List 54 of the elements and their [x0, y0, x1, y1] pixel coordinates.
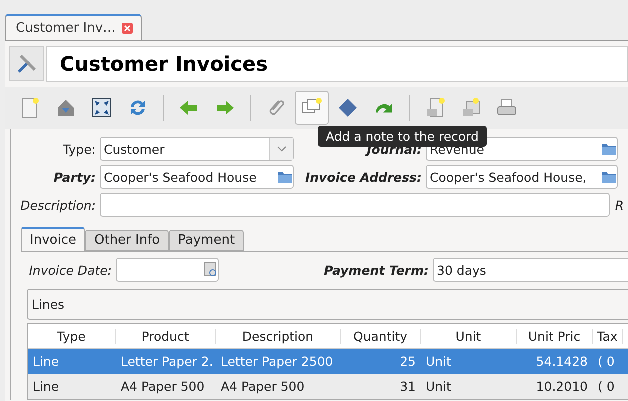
- payment-term-field[interactable]: 30 days: [433, 258, 628, 282]
- form-tab[interactable]: Other Info: [85, 230, 170, 251]
- description-label: Description:: [20, 198, 96, 212]
- table-cell-text: ( 0: [597, 354, 616, 369]
- form-tab[interactable]: Invoice: [21, 227, 86, 251]
- table-cell-text: Letter Paper 2.: [120, 354, 214, 369]
- folder-icon[interactable]: [277, 170, 293, 184]
- table-cell-text: A4 Paper 500: [220, 379, 306, 394]
- folder-icon[interactable]: [601, 142, 617, 156]
- chevron-down-icon: [276, 146, 286, 152]
- invoice-address-field[interactable]: Cooper's Seafood House,: [426, 165, 618, 189]
- column-header[interactable]: Unit Pric: [517, 328, 593, 344]
- invoice-address-label: Invoice Address:: [304, 170, 422, 184]
- table-cell-text: Line: [32, 379, 60, 394]
- column-header[interactable]: Description: [216, 328, 341, 344]
- type-label: Type:: [62, 142, 96, 156]
- calendar-icon: [204, 262, 218, 278]
- column-header[interactable]: Product: [116, 328, 216, 344]
- invoice-date-label: Invoice Date:: [28, 262, 112, 278]
- form-title: Customer Invoices: [60, 52, 268, 76]
- table-cell-text: Unit: [425, 379, 452, 394]
- table-cell-text: ( 0: [597, 379, 616, 394]
- table-row[interactable]: Line Letter Paper 2. Letter Paper 2500 25 Unit 54.1428 ( 0: [28, 349, 628, 374]
- column-header[interactable]: Type: [28, 328, 116, 344]
- tooltip: Add a note to the record: [318, 126, 487, 147]
- folder-icon[interactable]: [601, 170, 617, 184]
- column-header[interactable]: Unit: [421, 328, 517, 344]
- tools-icon: [16, 52, 38, 74]
- lines-title: Lines: [32, 297, 65, 312]
- note-button[interactable]: [295, 91, 329, 125]
- table-cell-text: 54.1428: [535, 354, 589, 369]
- description-field[interactable]: [100, 193, 610, 217]
- tools-button[interactable]: [9, 46, 44, 81]
- table-cell-text: Line: [32, 354, 60, 369]
- table-cell-text: A4 Paper 500: [120, 379, 206, 394]
- switch-view-icon: [90, 96, 114, 120]
- table-cell-text: 31: [399, 379, 417, 394]
- column-header[interactable]: Tax: [593, 328, 623, 344]
- payment-term-label: Payment Term:: [323, 262, 429, 278]
- column-header[interactable]: Quantity: [341, 328, 421, 344]
- table-cell-text: Letter Paper 2500: [220, 354, 334, 369]
- table-row[interactable]: Line A4 Paper 500 A4 Paper 500 31 Unit 10.2010 ( 0: [28, 374, 628, 399]
- type-dropdown[interactable]: Customer: [100, 137, 294, 161]
- party-field[interactable]: Cooper's Seafood House: [100, 165, 294, 189]
- close-icon[interactable]: [122, 22, 134, 34]
- table-cell-text: 25: [399, 354, 417, 369]
- document-tab[interactable]: Customer Inv…: [5, 14, 142, 40]
- table-cell-text: 10.2010: [535, 379, 589, 394]
- cut-label: R: [614, 198, 624, 212]
- invoice-date-field[interactable]: [116, 258, 219, 282]
- form-tab[interactable]: Payment: [169, 230, 244, 251]
- curved-arrow-icon: [376, 104, 392, 112]
- table-cell-text: Unit: [425, 354, 452, 369]
- party-label: Party:: [52, 170, 96, 184]
